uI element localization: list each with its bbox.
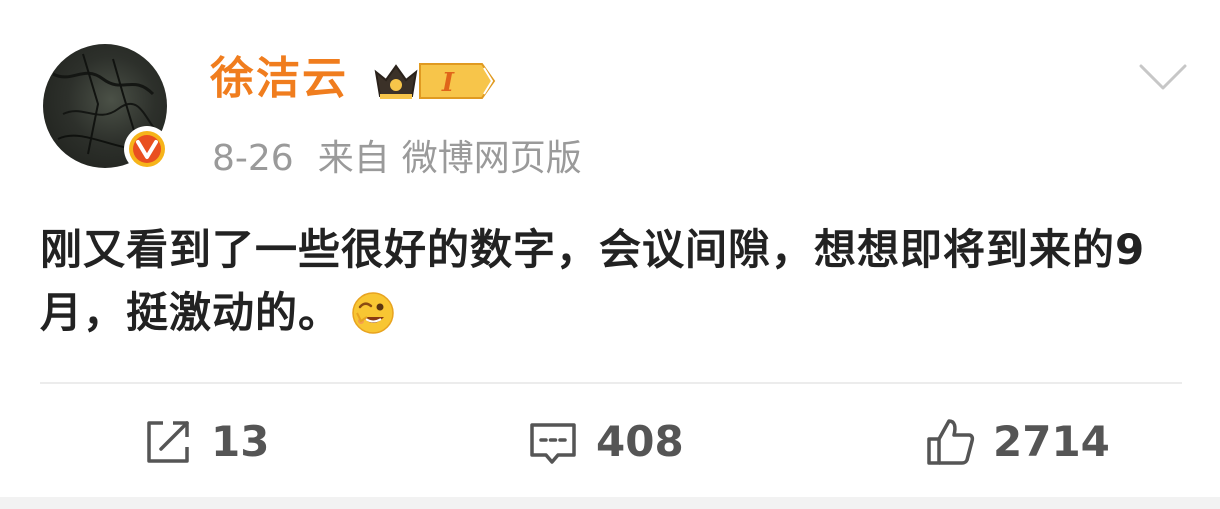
- post-meta: 8-26 来自 微博网页版: [212, 136, 582, 182]
- weibo-post-card: 徐洁云 I 8-26 来自 微博网页版 刚又看到了一些很好的数字，会议间隙，想想即将…: [0, 0, 1220, 497]
- post-text: 刚又看到了一些很好的数字，会议间隙，想想即将到来的9月，挺激动的。: [40, 225, 1146, 337]
- author-name[interactable]: 徐洁云: [210, 49, 348, 109]
- comment-icon: [530, 423, 576, 464]
- grin-wink-emoji-icon: [352, 292, 394, 334]
- comment-count: 408: [596, 417, 684, 466]
- post-content: 刚又看到了一些很好的数字，会议间隙，想想即将到来的9月，挺激动的。: [40, 218, 1180, 344]
- svg-text:I: I: [441, 68, 455, 98]
- like-button[interactable]: 2714: [925, 412, 1110, 472]
- comment-button[interactable]: 408: [528, 412, 684, 472]
- vip-crown-badge-icon[interactable]: I: [372, 58, 496, 104]
- repost-count: 13: [211, 417, 270, 466]
- feed-separator: [0, 497, 1220, 509]
- source-prefix: 来自: [317, 138, 390, 179]
- repost-icon: [147, 421, 189, 463]
- chevron-down-icon[interactable]: [1138, 62, 1188, 92]
- repost-button[interactable]: 13: [143, 412, 269, 472]
- thumbs-up-icon: [927, 419, 975, 465]
- verified-badge-icon: [124, 126, 170, 172]
- divider: [40, 382, 1182, 384]
- post-source[interactable]: 微博网页版: [402, 136, 582, 182]
- post-date: 8-26: [212, 138, 294, 179]
- like-count: 2714: [993, 417, 1110, 466]
